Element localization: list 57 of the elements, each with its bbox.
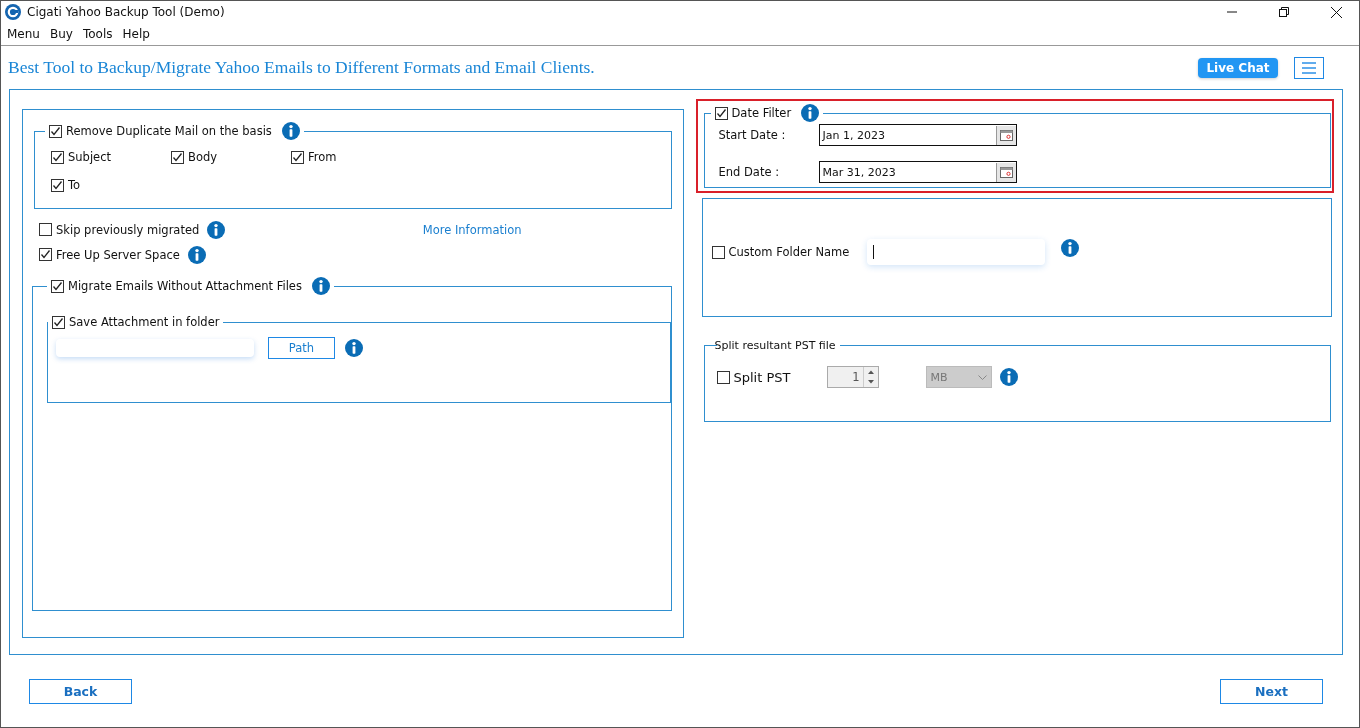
info-icon[interactable] [345,338,363,357]
checkbox-label: From [308,150,337,164]
info-icon[interactable] [999,368,1018,386]
info-icon[interactable] [801,104,820,122]
date-label: End Date : [717,165,781,179]
calendar-icon[interactable] [995,125,1016,145]
checkbox-label: Date Filter [731,106,792,120]
back-button[interactable]: Back [29,678,132,704]
checkbox-label: Body [188,150,218,164]
folder-name-input-field[interactable] [867,239,1046,265]
checkbox[interactable] [39,223,52,236]
more-information-link[interactable]: More Information [422,222,522,237]
calendar-icon[interactable] [995,162,1016,182]
checkbox[interactable] [711,245,725,259]
close-icon [1330,6,1342,18]
menu-button[interactable] [1294,56,1324,79]
checkbox[interactable] [291,150,304,164]
path-button[interactable]: Path [268,336,335,359]
checkbox[interactable] [51,279,64,293]
info-icon[interactable] [311,277,330,295]
menu-item[interactable]: Buy [45,27,79,41]
menu-item[interactable]: Help [118,27,156,41]
app-logo-icon [5,4,21,20]
checkbox[interactable] [51,178,64,192]
checkbox[interactable] [51,150,64,164]
checkbox-label: Free Up Server Space [56,247,180,262]
checkbox-label: Migrate Emails Without Attachment Files [68,279,302,293]
checkbox-label: Save Attachment in folder [69,315,220,329]
date-picker-field[interactable]: Jan 1, 2023 [818,124,1017,146]
info-icon[interactable] [207,220,226,239]
checkbox[interactable] [49,124,62,138]
menu-item[interactable]: Tools [78,27,119,41]
hamburger-menu-icon [1302,61,1316,74]
minimize-icon [1227,11,1237,13]
window-title: Cigati Yahoo Backup Tool (Demo) [27,5,225,19]
date-picker-field[interactable]: Mar 31, 2023 [818,161,1017,183]
checkbox[interactable] [52,315,65,329]
info-icon[interactable] [281,122,300,140]
date-label: Start Date : [717,128,787,142]
restore-icon [1279,7,1289,17]
checkbox-label: Subject [68,150,111,164]
info-icon[interactable] [1061,239,1080,257]
next-button[interactable]: Next [1220,678,1323,704]
checkbox[interactable] [171,150,184,164]
chevron-down-icon [977,374,987,380]
tagline: Best Tool to Backup/Migrate Yahoo Emails to Different Formats and Email Clients. [8,57,596,78]
checkbox[interactable] [39,248,52,261]
checkbox[interactable] [714,106,728,120]
group-title: Split resultant PST file [714,339,836,352]
checkbox-label: To [68,178,81,192]
info-icon[interactable] [187,245,206,264]
path-input-field[interactable] [56,338,254,357]
checkbox-label: Skip previously migrated [56,222,200,237]
checkbox-label: Remove Duplicate Mail on the basis [66,124,272,138]
checkbox-label: Custom Folder Name [728,245,850,259]
checkbox-label: Split PST [733,369,791,385]
menu-item[interactable]: Menu [3,27,46,41]
